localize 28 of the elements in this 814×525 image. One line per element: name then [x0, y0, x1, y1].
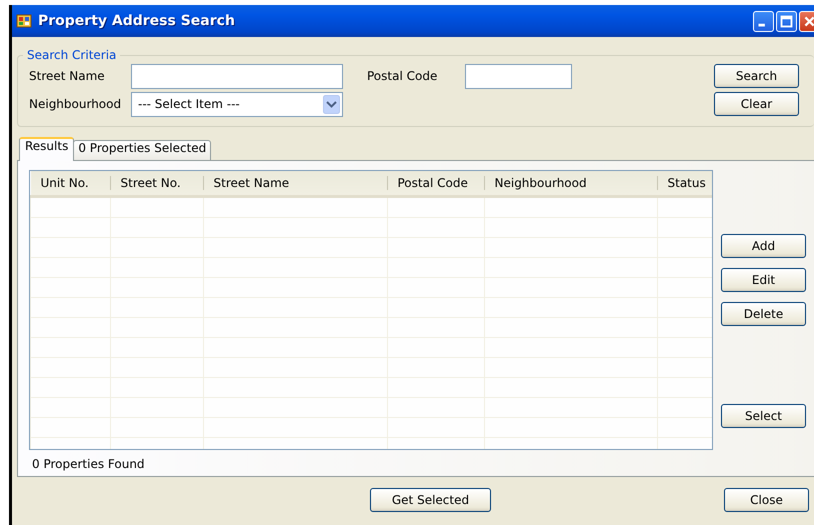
action-button[interactable]: Delete [721, 302, 806, 326]
dropdown-field[interactable]: --- Select Item --- [131, 92, 343, 116]
window-title: Property Address Search [38, 13, 236, 29]
tab[interactable]: 0 Properties Selected [73, 140, 212, 160]
search-button[interactable]: Search [714, 64, 799, 88]
get-selected-button[interactable]: Get Selected [370, 488, 491, 512]
column-header[interactable]: Street Name [204, 171, 388, 196]
input-field[interactable] [131, 64, 343, 88]
field-label: Street Name [29, 69, 106, 83]
chevron-down-icon[interactable] [323, 94, 340, 114]
column-header[interactable]: Neighbourhood [484, 171, 658, 196]
maximize-icon[interactable] [776, 10, 797, 32]
column-header[interactable]: Postal Code [388, 171, 484, 196]
close-button[interactable]: Close [724, 488, 809, 512]
column-header[interactable]: Street No. [110, 171, 204, 196]
input-field[interactable] [465, 64, 572, 88]
app-icon [16, 13, 32, 29]
action-button[interactable]: Add [721, 234, 806, 258]
close-icon[interactable] [799, 10, 814, 32]
action-button[interactable]: Edit [721, 268, 806, 292]
tab[interactable]: Results [19, 137, 74, 161]
minimize-icon[interactable] [753, 10, 774, 32]
clear-button[interactable]: Clear [714, 92, 799, 116]
field-label: Postal Code [367, 69, 438, 83]
column-header[interactable]: Unit No. [30, 171, 110, 196]
action-button[interactable]: Select [721, 404, 806, 428]
status-text: 0 Properties Found [31, 456, 146, 473]
field-label: Neighbourhood [29, 97, 122, 111]
